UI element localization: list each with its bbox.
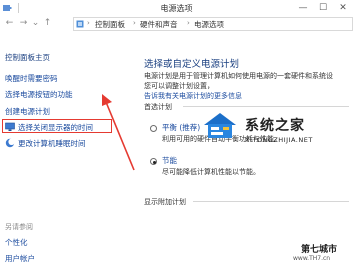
recent-locations-button[interactable]: ⌄: [30, 18, 41, 29]
sidebar-item-control-panel-home[interactable]: 控制面板主页: [5, 52, 50, 63]
plan-power-saver-radio[interactable]: [150, 158, 157, 165]
crumb-chevron-icon: ›: [187, 19, 190, 27]
plan-balanced-radio[interactable]: [150, 125, 157, 132]
crumb-chevron-icon: ›: [133, 19, 136, 27]
maximize-button[interactable]: ☐: [313, 0, 333, 16]
plan-balanced-label[interactable]: 平衡 (推荐): [162, 122, 200, 133]
divider: [183, 106, 349, 107]
show-additional-plans[interactable]: 显示附加计划: [144, 197, 186, 207]
power-plan-help-link[interactable]: 告诉我有关电源计划的更多信息: [144, 91, 242, 101]
address-box[interactable]: › 控制面板 › 硬件和声音 › 电源选项: [73, 17, 353, 31]
address-bar: ← → ⌄ ↑ › 控制面板 › 硬件和声音 › 电源选项: [0, 16, 353, 31]
sidebar-item-wake-password[interactable]: 唤醒时需要密码: [5, 73, 58, 84]
forward-button[interactable]: →: [18, 18, 29, 29]
crumb-hardware-sound[interactable]: 硬件和声音: [140, 19, 178, 30]
page-heading: 选择或自定义电源计划: [144, 59, 240, 70]
plan-power-saver-description: 尽可能降低计算机性能以节能。: [162, 168, 260, 176]
see-also-title: 另请参阅: [5, 223, 33, 231]
crumb-power-options[interactable]: 电源选项: [194, 19, 224, 30]
corner-watermark: 第七城市: [301, 245, 338, 255]
minimize-button[interactable]: —: [293, 0, 313, 16]
description-text: 您可以调整计划设置，: [144, 82, 214, 90]
highlight-box: [2, 119, 112, 133]
crumb-control-panel[interactable]: 控制面板: [95, 19, 125, 30]
sidebar-item-create-plan[interactable]: 创建电源计划: [5, 106, 50, 117]
watermark-url: XITONGZHIJIA.NET: [245, 136, 313, 144]
sidebar-item-sleep-time[interactable]: 更改计算机睡眠时间: [18, 138, 86, 149]
sleep-moon-icon: [5, 138, 15, 148]
control-panel-icon: [76, 20, 84, 28]
preferred-plans-label: 首选计划: [144, 103, 172, 111]
watermark-brand: 系统之家: [245, 118, 305, 134]
sidebar-item-power-button[interactable]: 选择电源按钮的功能: [5, 89, 73, 100]
sidebar-item-user-accounts[interactable]: 用户帐户: [5, 253, 35, 264]
plan-power-saver-label[interactable]: 节能: [162, 155, 177, 166]
watermark-logo-icon: [204, 113, 236, 138]
divider: [193, 201, 349, 202]
main-content: 选择或自定义电源计划 电源计划是用于管理计算机如何使用电源的一套硬件和系统设 您…: [131, 31, 353, 265]
title-bar: 电源选项 — ☐ ✕: [0, 0, 353, 16]
close-button[interactable]: ✕: [333, 0, 353, 16]
sidebar-item-personalization[interactable]: 个性化: [5, 237, 28, 248]
back-button[interactable]: ←: [4, 18, 15, 29]
up-button[interactable]: ↑: [42, 18, 53, 29]
crumb-chevron-icon: ›: [87, 19, 90, 27]
corner-watermark-url: www.TH7.cn: [293, 255, 331, 262]
description-line-2: 您可以调整计划设置，: [144, 81, 353, 91]
description-line-1: 电源计划是用于管理计算机如何使用电源的一套硬件和系统设: [144, 72, 333, 80]
